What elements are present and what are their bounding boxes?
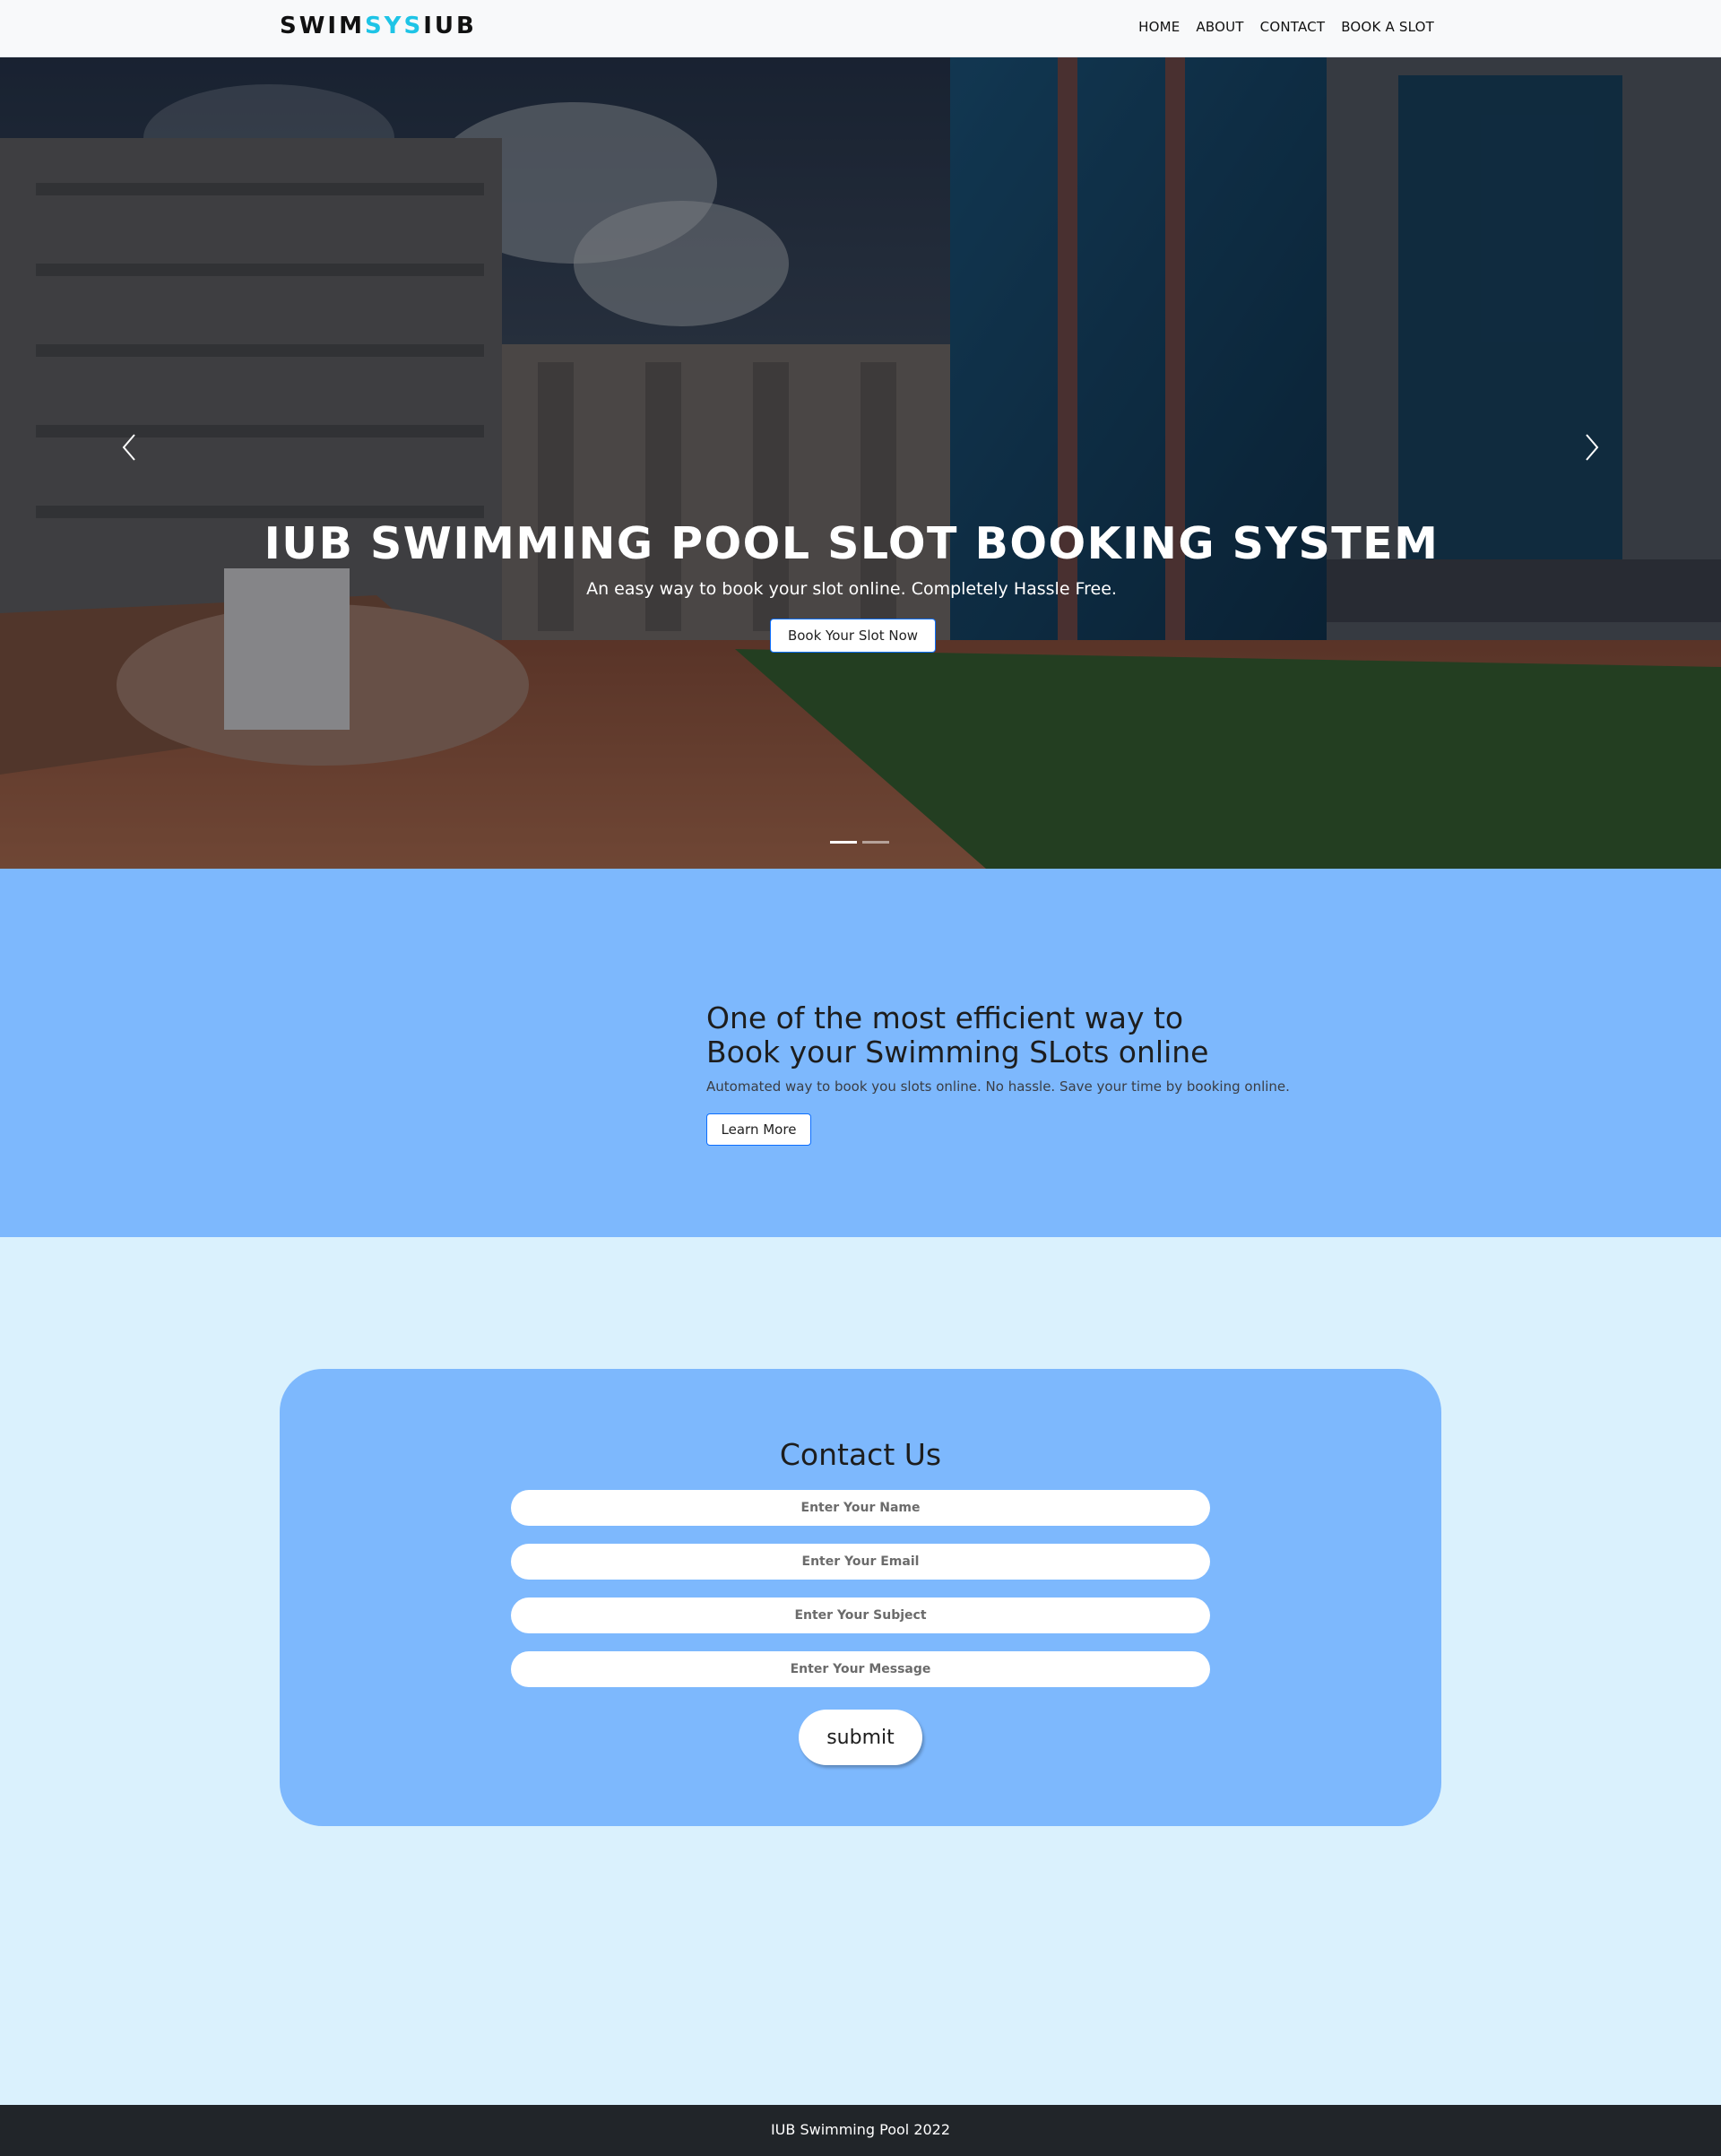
carousel-next-button[interactable]: [1574, 420, 1610, 474]
message-input[interactable]: Enter Your Message: [511, 1651, 1210, 1687]
about-heading: One of the most efficient way to Book yo…: [706, 1001, 1208, 1069]
hero-subtitle: An easy way to book your slot online. Co…: [586, 579, 1117, 599]
learn-more-button[interactable]: Learn More: [706, 1113, 811, 1146]
name-input[interactable]: Enter Your Name: [511, 1490, 1210, 1526]
nav-contact-link[interactable]: CONTACT: [1260, 19, 1326, 35]
footer-copyright: IUB Swimming Pool 2022: [770, 2121, 951, 2138]
main-nav: HOME ABOUT CONTACT BOOK A SLOT: [1138, 19, 1434, 35]
carousel-indicator-2[interactable]: [862, 841, 889, 844]
subject-input[interactable]: Enter Your Subject: [511, 1598, 1210, 1633]
email-input[interactable]: Enter Your Email: [511, 1544, 1210, 1580]
nav-home-link[interactable]: HOME: [1138, 19, 1180, 35]
chevron-left-icon: [122, 434, 135, 461]
carousel-indicators: [830, 841, 889, 844]
chevron-right-icon: [1586, 434, 1599, 461]
footer: IUB Swimming Pool 2022: [0, 2105, 1721, 2156]
carousel-indicator-1[interactable]: [830, 841, 857, 844]
hero-carousel: IUB SWIMMING POOL SLOT BOOKING SYSTEM An…: [0, 57, 1721, 869]
hero-title: IUB SWIMMING POOL SLOT BOOKING SYSTEM: [264, 518, 1440, 569]
contact-title: Contact Us: [779, 1437, 942, 1472]
about-heading-line-1: One of the most efficient way to: [706, 1000, 1184, 1035]
navbar: SWIMSYSIUB HOME ABOUT CONTACT BOOK A SLO…: [0, 0, 1721, 57]
about-section: One of the most efficient way to Book yo…: [0, 869, 1721, 1237]
carousel-prev-button[interactable]: [111, 420, 147, 474]
brand-logo[interactable]: SWIMSYSIUB: [280, 13, 477, 39]
nav-about-link[interactable]: ABOUT: [1196, 19, 1243, 35]
book-slot-now-button[interactable]: Book Your Slot Now: [770, 619, 936, 653]
about-heading-line-2: Book your Swimming SLots online: [706, 1035, 1209, 1069]
contact-form-card: Contact Us Enter Your Name Enter Your Em…: [280, 1369, 1441, 1826]
brand-part-iub: IUB: [423, 13, 477, 39]
nav-book-slot-link[interactable]: BOOK A SLOT: [1341, 19, 1434, 35]
submit-button[interactable]: submit: [799, 1710, 922, 1765]
brand-part-sys: SYS: [364, 13, 424, 39]
hero-dark-overlay: [0, 57, 1721, 869]
brand-part-swim: SWIM: [280, 13, 365, 39]
about-description: Automated way to book you slots online. …: [706, 1078, 1290, 1095]
